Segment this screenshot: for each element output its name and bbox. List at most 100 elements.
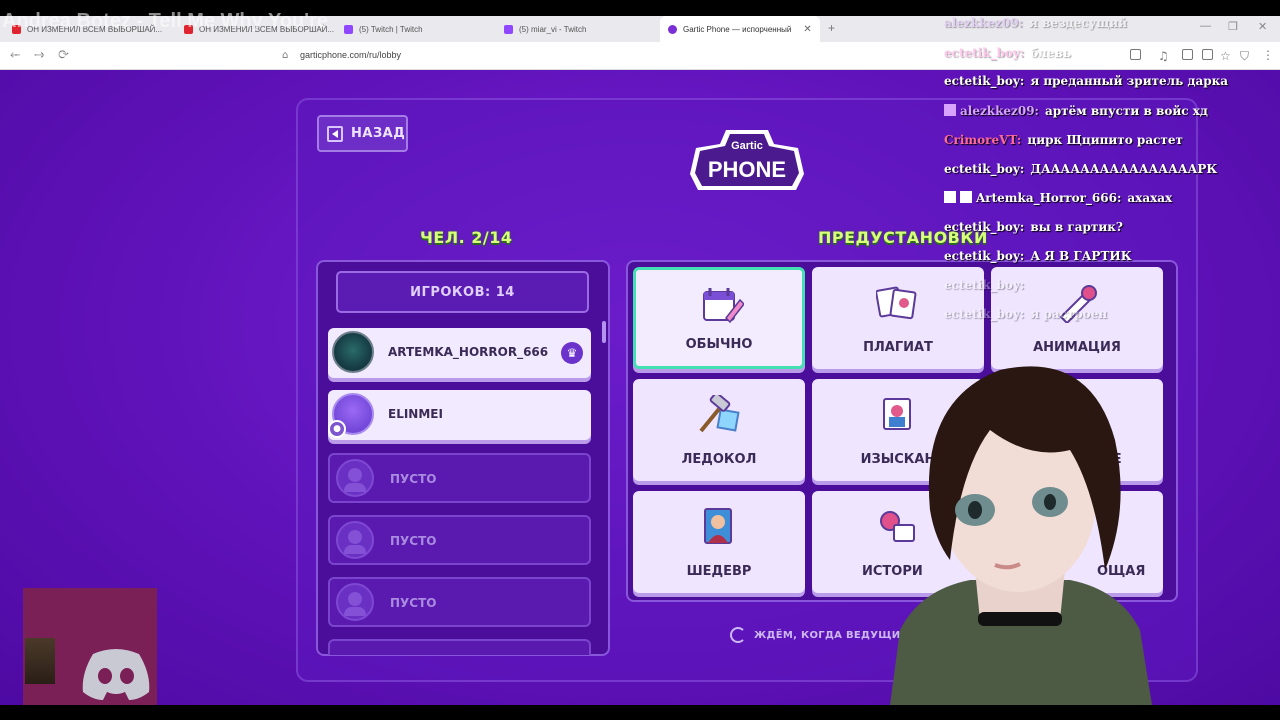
- player-name: ПУСТО: [390, 596, 437, 610]
- browser-tab-active[interactable]: Gartic Phone — испорченный ✕: [660, 16, 820, 42]
- player-slot-empty: ПУСТО: [328, 577, 591, 627]
- twitch-icon: [504, 24, 513, 34]
- chat-text: блевь: [1030, 46, 1071, 60]
- chat-text: вы в гартик?: [1030, 220, 1123, 234]
- bookmark-icon[interactable]: ☆: [1220, 49, 1231, 63]
- chat-text: я вездесущий: [1029, 16, 1128, 30]
- empty-avatar-icon: [336, 459, 374, 497]
- chat-message: Artemka_Horror_666: ахахах: [944, 191, 1172, 205]
- chat-message: ectetik_boy: блевь: [944, 46, 1071, 60]
- reader-icon[interactable]: [1130, 49, 1141, 60]
- chat-username: alezkkez09:: [960, 104, 1039, 118]
- chat-username: ectetik_boy:: [944, 74, 1025, 88]
- player-slot-host: ARTEMKA_HORROR_666 ♛: [328, 328, 591, 378]
- player-slot-empty: [328, 639, 591, 655]
- gartic-phone-icon: [668, 24, 677, 34]
- player-slot: ● ELINMEI: [328, 390, 591, 440]
- svg-text:PHONE: PHONE: [708, 157, 786, 182]
- chat-badge-icon: [944, 104, 956, 116]
- menu-icon[interactable]: ⋮: [1262, 48, 1274, 62]
- stream-now-playing-title: Andrea Botez - Tell Me Why You're: [2, 10, 328, 32]
- back-button[interactable]: НАЗАД: [317, 115, 408, 152]
- player-slot-empty: ПУСТО: [328, 515, 591, 565]
- chat-username: ectetik_boy:: [944, 46, 1025, 60]
- chat-message: alezkkez09: артём впусти в войс хд: [944, 104, 1208, 118]
- players-count: ИГРОКОВ: 14: [336, 271, 589, 313]
- url-field[interactable]: garticphone.com/ru/lobby: [300, 50, 401, 60]
- loading-spinner-icon: [730, 627, 746, 643]
- player-name: ПУСТО: [390, 534, 437, 548]
- chat-message: ectetik_boy: ДААААААААААААААААРК: [944, 162, 1217, 176]
- chat-text: артём впусти в войс хд: [1045, 104, 1208, 118]
- preset-masterpiece[interactable]: ШЕДЕВР: [633, 491, 805, 593]
- ice-hammer-icon: [699, 395, 740, 433]
- chat-message: CrimoreVT: цирк Щципито растет: [944, 133, 1183, 147]
- arrow-left-icon: [327, 125, 343, 142]
- chat-username: ectetik_boy:: [944, 220, 1025, 234]
- chat-username: ectetik_boy:: [944, 278, 1025, 292]
- maximize-icon[interactable]: ❐: [1228, 20, 1238, 33]
- chat-username: ectetik_boy:: [944, 162, 1025, 176]
- back-button-label: НАЗАД: [351, 126, 406, 141]
- wallet-icon[interactable]: [1202, 49, 1213, 60]
- browser-tab[interactable]: (5) miar_vi - Twitch: [496, 16, 656, 42]
- chat-username: alezkkez09:: [944, 16, 1023, 30]
- gartic-phone-logo: Gartic PHONE: [690, 130, 804, 190]
- mona-lisa-icon: [704, 508, 732, 544]
- stream-now-playing-artist: Here Techno | Moneatadjustp: [2, 44, 280, 66]
- chat-username: CrimoreVT:: [944, 133, 1022, 147]
- chat-badge-icon: [960, 191, 972, 203]
- chat-message: ectetik_boy: А Я В ГАРТИК: [944, 249, 1132, 263]
- twitch-icon: [344, 24, 353, 34]
- avatar: [332, 331, 374, 373]
- tab-label: (5) Twitch | Twitch: [359, 24, 423, 34]
- chat-username: Artemka_Horror_666:: [976, 191, 1122, 205]
- preset-label: ОБЫЧНО: [685, 337, 753, 352]
- player-name: ARTEMKA_HORROR_666: [388, 345, 548, 359]
- tab-label: Gartic Phone — испорченный: [683, 24, 792, 34]
- players-title: ЧЕЛ. 2/14: [420, 228, 513, 247]
- chat-username: ectetik_boy:: [944, 307, 1025, 321]
- browser-tab[interactable]: (5) Twitch | Twitch: [336, 16, 496, 42]
- chat-message: alezkkez09: я вездесущий: [944, 16, 1127, 30]
- close-window-icon[interactable]: ✕: [1258, 20, 1267, 33]
- shield-icon[interactable]: ⛉: [1240, 49, 1249, 64]
- preset-label: ЛЕДОКОЛ: [681, 452, 757, 467]
- chat-text: ахахах: [1127, 191, 1173, 205]
- svg-text:Gartic: Gartic: [731, 140, 763, 152]
- copy-papers-icon: [876, 286, 917, 320]
- chat-username: ectetik_boy:: [944, 249, 1025, 263]
- chat-text: цирк Щципито растет: [1027, 133, 1183, 147]
- user-icon: ●: [328, 420, 346, 438]
- chat-text: я преданный зритель дарка: [1030, 74, 1229, 88]
- calendar-pencil-icon: [703, 288, 744, 324]
- new-tab-button[interactable]: +: [828, 21, 835, 35]
- discord-overlay: [23, 588, 157, 720]
- stream-bottom-strip: [0, 705, 1280, 720]
- chat-badge-icon: [944, 191, 956, 203]
- chat-message: ectetik_boy: я преданный зритель дарка: [944, 74, 1228, 88]
- vtuber-avatar: [890, 366, 1152, 705]
- player-name: ELINMEI: [388, 407, 443, 421]
- chat-message: ectetik_boy:: [944, 278, 1030, 292]
- sidebar-icon[interactable]: [1182, 49, 1193, 60]
- crown-icon: ♛: [561, 342, 583, 364]
- site-info-icon[interactable]: ⌂: [282, 50, 288, 61]
- discord-user-thumbnail: [25, 638, 55, 684]
- chat-text: я растроен: [1030, 307, 1108, 321]
- tab-label: (5) miar_vi - Twitch: [519, 24, 587, 34]
- minimize-icon[interactable]: —: [1200, 20, 1211, 32]
- empty-avatar-icon: [336, 583, 374, 621]
- chat-text: А Я В ГАРТИК: [1030, 249, 1132, 263]
- player-name: ПУСТО: [390, 472, 437, 486]
- preset-normal[interactable]: ОБЫЧНО: [633, 267, 805, 369]
- players-scrollbar[interactable]: [602, 321, 606, 343]
- empty-avatar-icon: [336, 521, 374, 559]
- chat-message: ectetik_boy: я растроен: [944, 307, 1107, 321]
- close-tab-icon[interactable]: ✕: [803, 24, 811, 35]
- music-icon[interactable]: ♫: [1158, 49, 1169, 63]
- preset-icebreaker[interactable]: ЛЕДОКОЛ: [633, 379, 805, 481]
- preset-label: ШЕДЕВР: [686, 564, 752, 579]
- discord-icon: [82, 649, 150, 700]
- chat-message: ectetik_boy: вы в гартик?: [944, 220, 1123, 234]
